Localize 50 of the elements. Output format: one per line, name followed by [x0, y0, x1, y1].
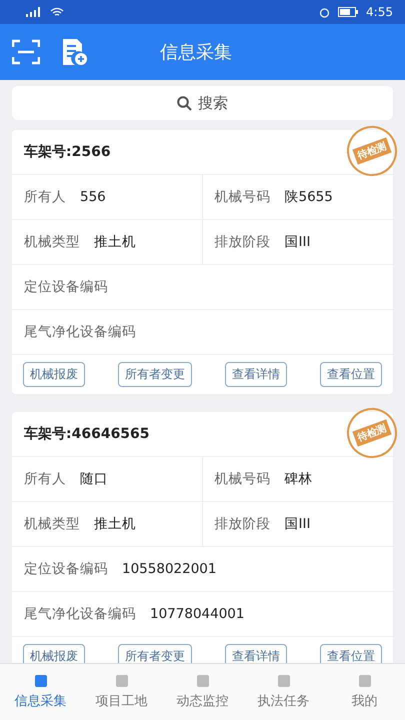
- tab-item[interactable]: 动态监控: [162, 664, 243, 720]
- field-label: 机械类型: [24, 515, 80, 533]
- header-title: 信息采集: [160, 41, 232, 64]
- field-value: 国III: [284, 233, 310, 251]
- action-button[interactable]: 查看详情: [225, 362, 287, 387]
- field-value: 碑林: [284, 470, 312, 488]
- tab-icon: [276, 674, 292, 688]
- field-label: 排放阶段: [214, 515, 270, 533]
- tab-item[interactable]: 我的: [324, 664, 405, 720]
- action-button[interactable]: 查看位置: [320, 644, 382, 663]
- field-value: 国III: [284, 515, 310, 533]
- document-add-icon[interactable]: [62, 38, 88, 66]
- tab-item[interactable]: 项目工地: [81, 664, 162, 720]
- tab-item[interactable]: 执法任务: [243, 664, 324, 720]
- search-placeholder: 搜索: [198, 94, 228, 112]
- status-time: 4:55: [366, 5, 393, 19]
- action-button[interactable]: 所有者变更: [118, 362, 192, 387]
- battery-icon: [338, 7, 358, 17]
- wifi-icon: [50, 7, 64, 17]
- scan-icon[interactable]: [12, 39, 40, 65]
- action-button[interactable]: 查看位置: [320, 362, 382, 387]
- field-label: 尾气净化设备编码: [24, 605, 136, 623]
- tab-icon: [32, 674, 48, 688]
- action-button[interactable]: 机械报废: [23, 644, 85, 663]
- field-value: 推土机: [94, 233, 136, 251]
- field-label: 所有人: [24, 470, 66, 488]
- field-label: 定位设备编码: [24, 278, 108, 296]
- field-value: 推土机: [94, 515, 136, 533]
- field-value: 陕5655: [284, 188, 333, 206]
- field-label: 机械号码: [214, 188, 270, 206]
- tab-item[interactable]: 信息采集: [0, 664, 81, 720]
- field-value: 10558022001: [122, 561, 216, 577]
- tab-icon: [194, 674, 210, 688]
- search-icon: [177, 96, 192, 110]
- action-button[interactable]: 所有者变更: [118, 644, 192, 663]
- tab-icon: [356, 674, 372, 688]
- field-value: 随口: [80, 470, 108, 488]
- tab-icon: [114, 674, 130, 688]
- search-field[interactable]: 搜索: [12, 86, 393, 120]
- field-label: 机械类型: [24, 233, 80, 251]
- signal-icon: [26, 7, 42, 17]
- field-label: 排放阶段: [214, 233, 270, 251]
- field-label: 尾气净化设备编码: [24, 323, 136, 341]
- action-button[interactable]: 查看详情: [225, 644, 287, 663]
- field-label: 所有人: [24, 188, 66, 206]
- field-value: 10778044001: [150, 606, 244, 622]
- action-button[interactable]: 机械报废: [23, 362, 85, 387]
- field-label: 机械号码: [214, 470, 270, 488]
- field-value: 556: [80, 189, 106, 205]
- field-label: 定位设备编码: [24, 560, 108, 578]
